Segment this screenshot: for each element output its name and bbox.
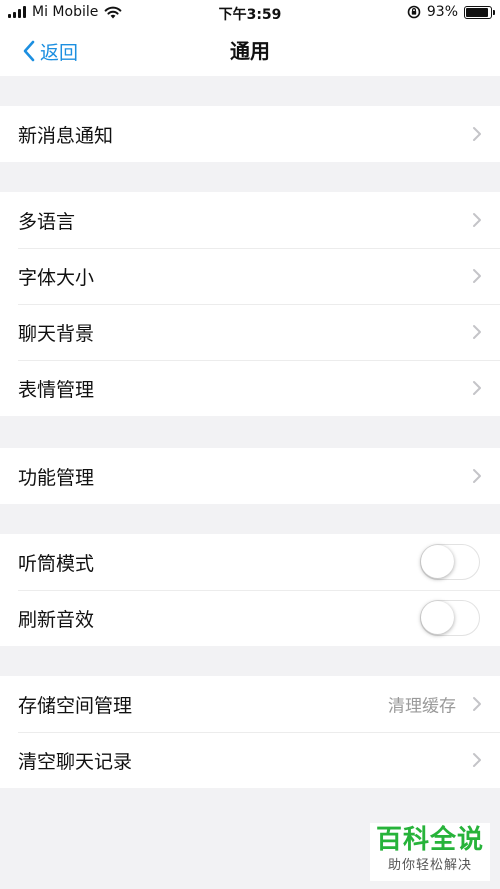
row-sticker-management[interactable]: 表情管理 [0, 360, 500, 416]
status-bar: Mi Mobile 下午3:59 93% [0, 0, 500, 26]
back-label: 返回 [40, 41, 79, 64]
chevron-left-icon [23, 40, 35, 62]
row-chat-background[interactable]: 聊天背景 [0, 304, 500, 360]
watermark-main: 百科全说 [375, 825, 484, 855]
row-language[interactable]: 多语言 [0, 192, 500, 248]
settings-group-notifications: 新消息通知 [0, 106, 500, 162]
toggle-knob [421, 545, 454, 578]
battery-icon [464, 5, 495, 19]
chevron-right-icon [473, 213, 481, 227]
toggle-knob [421, 601, 454, 634]
row-label: 新消息通知 [18, 124, 114, 147]
row-label: 存储空间管理 [18, 694, 133, 717]
chevron-right-icon [473, 127, 481, 141]
chevron-right-icon [473, 325, 481, 339]
row-label: 多语言 [18, 210, 76, 233]
chevron-right-icon [473, 697, 481, 711]
row-new-message-notification[interactable]: 新消息通知 [0, 106, 500, 162]
row-label: 清空聊天记录 [18, 750, 133, 773]
earpiece-mode-toggle[interactable] [420, 544, 480, 580]
battery-fill [466, 7, 489, 17]
back-button[interactable]: 返回 [22, 26, 78, 76]
settings-group-storage: 存储空间管理 清理缓存 清空聊天记录 [0, 676, 500, 788]
chevron-right-icon [473, 753, 481, 767]
row-font-size[interactable]: 字体大小 [0, 248, 500, 304]
row-label: 聊天背景 [18, 322, 95, 345]
row-refresh-sound: 刷新音效 [0, 590, 500, 646]
row-clear-chat-history[interactable]: 清空聊天记录 [0, 732, 500, 788]
chevron-right-icon [473, 269, 481, 283]
row-value: 清理缓存 [388, 696, 456, 717]
settings-group-audio: 听筒模式 刷新音效 [0, 534, 500, 646]
settings-group-display: 多语言 字体大小 聊天背景 表情管理 [0, 192, 500, 416]
status-right: 93% [407, 4, 495, 20]
refresh-sound-toggle[interactable] [420, 600, 480, 636]
row-label: 字体大小 [18, 266, 95, 289]
row-label: 表情管理 [18, 378, 95, 401]
row-storage-management[interactable]: 存储空间管理 清理缓存 [0, 676, 500, 732]
orientation-lock-icon [407, 5, 421, 19]
row-label: 刷新音效 [18, 608, 95, 631]
watermark-logo: 百科全说 助你轻松解决 [370, 823, 490, 881]
row-earpiece-mode: 听筒模式 [0, 534, 500, 590]
chevron-right-icon [473, 381, 481, 395]
watermark-sub: 助你轻松解决 [387, 858, 472, 873]
nav-bar: 返回 通用 [0, 26, 500, 76]
settings-group-features: 功能管理 [0, 448, 500, 504]
row-label: 听筒模式 [18, 552, 95, 575]
row-label: 功能管理 [18, 466, 95, 489]
battery-percent: 93% [426, 4, 458, 20]
row-feature-management[interactable]: 功能管理 [0, 448, 500, 504]
chevron-right-icon [473, 469, 481, 483]
